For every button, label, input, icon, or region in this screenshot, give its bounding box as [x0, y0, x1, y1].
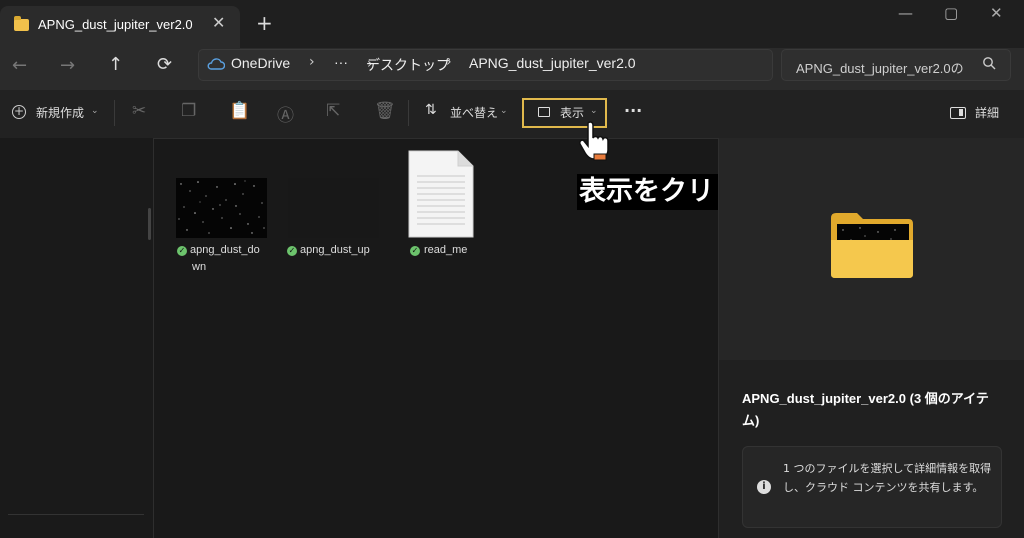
file-item[interactable]: ✓ apng_dust_do wn	[168, 150, 278, 280]
tab-title: APNG_dust_jupiter_ver2.0	[38, 17, 193, 32]
more-options-button[interactable]: ···	[624, 101, 642, 120]
file-name-line2: wn	[192, 261, 207, 273]
copy-icon[interactable]: ❐	[181, 101, 196, 121]
details-pane-icon	[950, 107, 966, 119]
forward-icon[interactable]: →	[60, 55, 75, 76]
rename-icon[interactable]: Ⓐ	[277, 101, 294, 126]
file-name: read_me	[424, 244, 468, 256]
view-icon	[538, 107, 550, 117]
chevron-down-icon: ⌄	[500, 106, 508, 116]
file-name: apng_dust_up	[300, 244, 370, 256]
breadcrumb-overflow[interactable]: ···	[334, 54, 348, 70]
file-item[interactable]: ✓ apng_dust_up	[280, 150, 390, 280]
details-info-box: i 1 つのファイルを選択して詳細情報を取得し、クラウド コンテンツを共有します…	[742, 446, 1002, 528]
pointer-hand-icon	[579, 121, 609, 161]
up-icon[interactable]: ↑	[108, 54, 123, 75]
breadcrumb-separator: ›	[446, 54, 452, 70]
info-icon: i	[757, 480, 771, 494]
file-name: apng_dust_do	[190, 244, 260, 256]
new-button[interactable]: 新規作成	[36, 104, 84, 121]
new-icon: +	[12, 104, 26, 119]
folder-preview-icon	[831, 213, 913, 278]
file-thumbnail	[176, 178, 267, 238]
chevron-down-icon: ⌄	[91, 106, 99, 116]
refresh-icon[interactable]: ⟳	[157, 54, 172, 75]
details-info-text: 1 つのファイルを選択して詳細情報を取得し、クラウド コンテンツを共有します。	[783, 462, 992, 494]
file-thumbnail	[288, 178, 379, 238]
text-file-icon	[408, 150, 474, 238]
divider	[114, 100, 115, 126]
divider	[8, 514, 144, 515]
divider	[408, 100, 409, 126]
search-input[interactable]: APNG_dust_jupiter_ver2.0の	[796, 58, 964, 77]
tab-close-icon[interactable]: ✕	[212, 13, 225, 32]
breadcrumb-current-folder[interactable]: APNG_dust_jupiter_ver2.0	[469, 55, 636, 71]
sync-status-icon: ✓	[177, 246, 187, 256]
details-title: APNG_dust_jupiter_ver2.0 (3 個のアイテム)	[742, 391, 989, 428]
delete-icon[interactable]: 🗑	[374, 101, 396, 121]
sort-icon: ⇅	[425, 102, 437, 118]
sort-button[interactable]: 並べ替え	[450, 104, 498, 121]
scrollbar-thumb[interactable]	[148, 208, 151, 240]
breadcrumb-separator: ›	[309, 54, 315, 70]
breadcrumb-desktop[interactable]: デスクトップ	[366, 55, 450, 75]
share-icon[interactable]: ⇱	[326, 101, 340, 121]
command-bar	[0, 90, 1024, 139]
sync-status-icon: ✓	[287, 246, 297, 256]
chevron-down-icon: ⌄	[590, 106, 598, 116]
cloud-icon	[207, 58, 225, 70]
paste-icon[interactable]: 📋	[229, 101, 250, 121]
sync-status-icon: ✓	[410, 246, 420, 256]
minimize-button[interactable]: —	[898, 4, 913, 22]
breadcrumb-onedrive[interactable]: OneDrive	[231, 55, 290, 71]
close-button[interactable]: ✕	[990, 4, 1003, 22]
folder-icon	[14, 16, 29, 31]
details-button[interactable]: 詳細	[975, 104, 999, 121]
cut-icon[interactable]: ✂	[132, 101, 146, 121]
new-tab-button[interactable]: +	[256, 11, 273, 35]
view-label: 表示	[560, 106, 585, 120]
navigation-pane[interactable]	[0, 138, 154, 538]
file-item[interactable]: ✓ read_me	[400, 146, 490, 276]
back-icon[interactable]: ←	[12, 55, 27, 76]
search-box[interactable]: APNG_dust_jupiter_ver2.0の	[781, 49, 1011, 81]
tab-current-folder[interactable]: APNG_dust_jupiter_ver2.0 ✕	[0, 6, 240, 48]
search-icon[interactable]	[982, 56, 996, 70]
maximize-button[interactable]: ▢	[944, 4, 958, 22]
